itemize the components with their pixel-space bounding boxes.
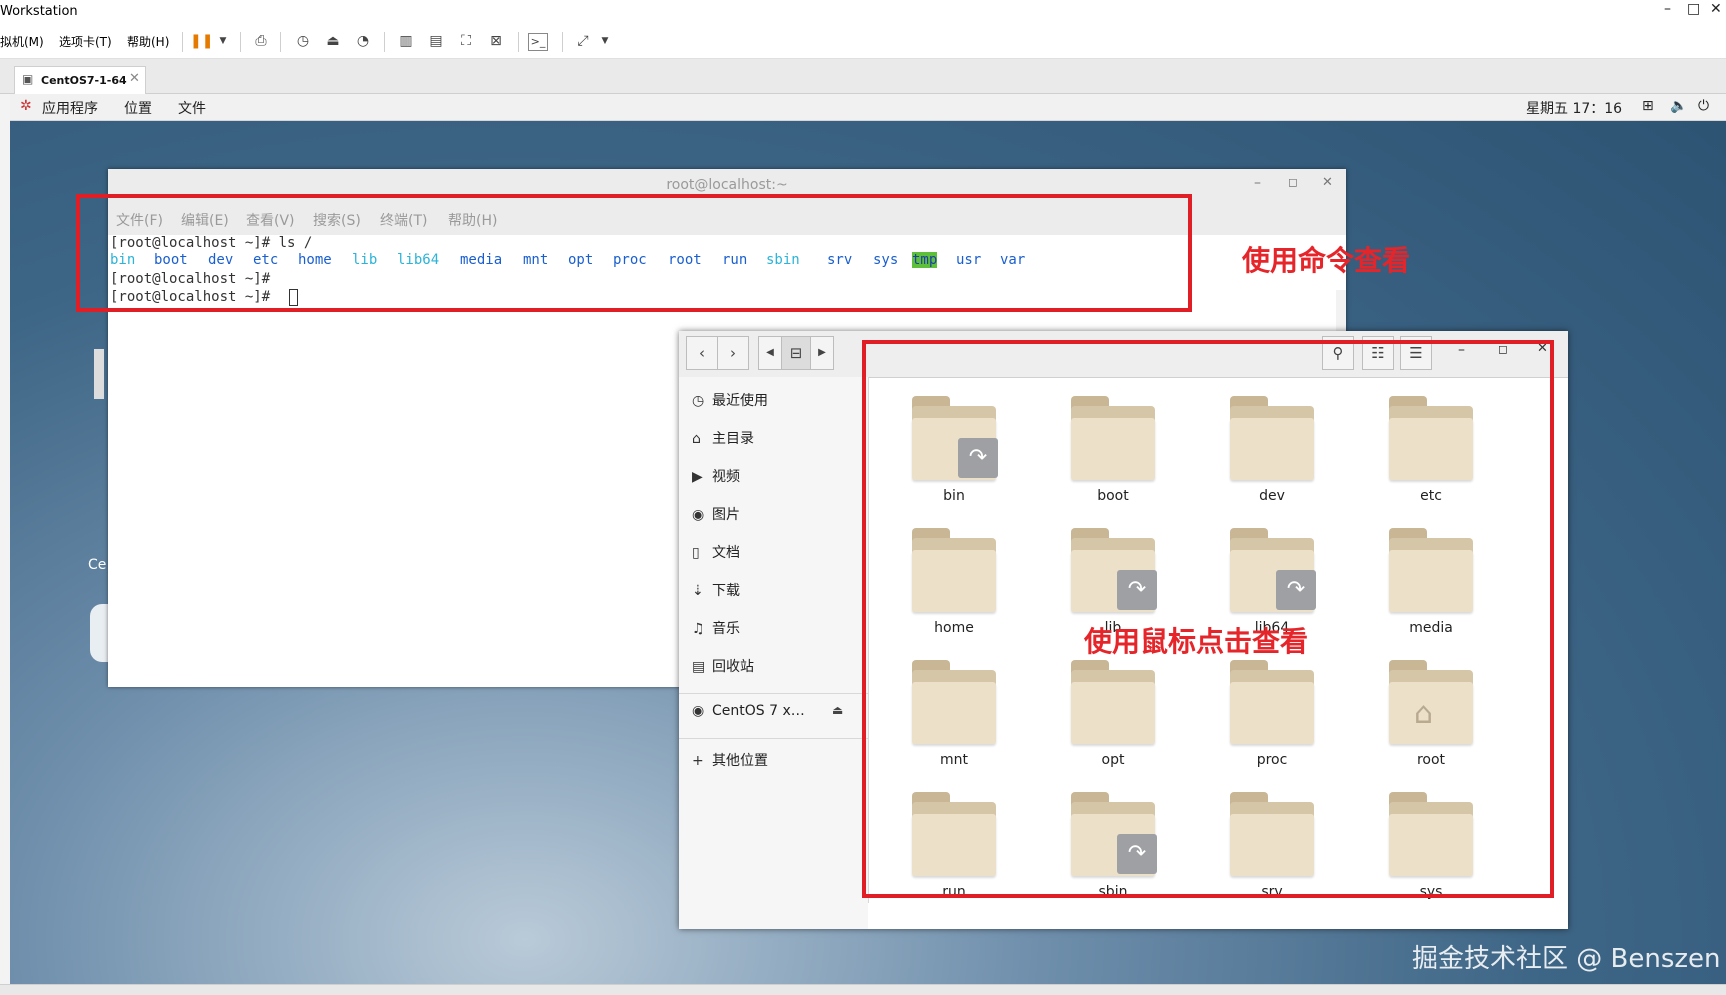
tab-label: CentOS7-1-64: [41, 74, 127, 87]
document-icon: ▯: [692, 545, 700, 561]
plus-icon: +: [692, 753, 704, 769]
file-manager-sidebar: [679, 377, 869, 929]
sidebar-item-label: 图片: [712, 507, 740, 523]
sidebar-view-icon[interactable]: ▥: [395, 31, 417, 51]
power-icon[interactable]: ⏻: [1698, 98, 1709, 114]
fullscreen-icon[interactable]: ⛶: [455, 31, 477, 51]
sidebar-item-label: 主目录: [712, 431, 754, 447]
menu-vm[interactable]: 拟机(M): [0, 33, 44, 50]
snapshot-restore-icon[interactable]: ⏏: [322, 31, 344, 51]
close-icon[interactable]: ✕: [129, 71, 140, 86]
volume-icon[interactable]: 🔈: [1670, 98, 1687, 114]
camera-icon: ◉: [692, 507, 705, 523]
annotation-box-command: [76, 194, 1192, 312]
path-right-button[interactable]: ▶: [810, 336, 834, 370]
sidebar-item-label: 下载: [712, 583, 740, 599]
video-icon: ▶: [692, 469, 703, 485]
disc-icon: ◉: [692, 703, 705, 719]
root-location-button[interactable]: ⊟: [781, 336, 811, 370]
trash-icon: ▤: [692, 659, 706, 675]
files-menu[interactable]: 文件: [178, 98, 206, 118]
sidebar-item-label: 回收站: [712, 659, 754, 675]
unity-icon[interactable]: ⊠: [485, 31, 507, 51]
network-icon[interactable]: ⊞: [1642, 98, 1654, 114]
chevron-down-icon[interactable]: ▼: [212, 31, 234, 51]
minimize-button[interactable]: –: [1664, 1, 1671, 17]
menu-tabs[interactable]: 选项卡(T): [59, 33, 112, 50]
pause-icon[interactable]: ❚❚: [190, 31, 213, 51]
sidebar-item-label: 文档: [712, 545, 740, 561]
close-button[interactable]: ✕: [1710, 1, 1722, 17]
stretch-icon[interactable]: ⤢: [572, 31, 594, 51]
sidebar-item-label: 音乐: [712, 621, 740, 637]
clock-icon: ◷: [692, 393, 705, 409]
path-left-button[interactable]: ◀: [758, 336, 782, 370]
maximize-icon[interactable]: ◻: [1288, 175, 1298, 189]
sidebar-item-device[interactable]: ◉ CentOS 7 x… ⏏: [692, 703, 843, 719]
watermark: 掘金技术社区 @ Benszen: [1412, 944, 1721, 974]
terminal-title: root@localhost:~: [666, 177, 788, 193]
sidebar-item-label: CentOS 7 x…: [712, 703, 805, 719]
sidebar-item-other-locations[interactable]: + 其他位置: [692, 750, 768, 770]
sidebar-item-clock[interactable]: ◷ 最近使用: [692, 390, 768, 410]
sidebar-item-label: 视频: [712, 469, 740, 485]
sidebar-item-label: 其他位置: [712, 753, 768, 769]
home-icon: ⌂: [692, 431, 701, 447]
terminal-view-icon[interactable]: >_: [528, 33, 548, 51]
annotation-box-mouse: [862, 340, 1554, 898]
sidebar-item-document[interactable]: ▯ 文档: [692, 542, 740, 562]
forward-button[interactable]: ›: [717, 336, 749, 370]
vmware-titlebar: Workstation – □ ✕: [0, 0, 1726, 24]
annotation-command: 使用命令查看: [1242, 244, 1411, 277]
sidebar-item-home[interactable]: ⌂ 主目录: [692, 428, 754, 448]
download-icon: ⇣: [692, 583, 704, 599]
console-view-icon[interactable]: ▤: [425, 31, 447, 51]
snapshot-icon[interactable]: ◷: [292, 31, 314, 51]
eject-icon[interactable]: ⏏: [832, 703, 843, 717]
vmware-statusbar: [0, 984, 1726, 995]
desktop-icon-label: Ce: [88, 557, 107, 573]
desktop-icon[interactable]: [94, 349, 104, 399]
maximize-button[interactable]: □: [1687, 1, 1700, 17]
places-menu[interactable]: 位置: [124, 98, 152, 118]
music-icon: ♫: [692, 621, 705, 637]
sidebar-item-music[interactable]: ♫ 音乐: [692, 618, 740, 638]
menu-help[interactable]: 帮助(H): [127, 33, 169, 50]
vmware-toolbar: 拟机(M) 选项卡(T) 帮助(H) ❚❚ ▼ ⎙ ◷ ⏏ ◔ ▥ ▤ ⛶ ⊠ …: [0, 24, 1726, 59]
sidebar-item-camera[interactable]: ◉ 图片: [692, 504, 740, 524]
vmware-title: Workstation: [0, 4, 78, 19]
minimize-icon[interactable]: –: [1254, 175, 1261, 191]
send-keys-icon[interactable]: ⎙: [250, 31, 272, 51]
chevron-down-icon[interactable]: ▼: [594, 31, 616, 51]
vmware-tabbar: [0, 59, 1726, 94]
clock[interactable]: 星期五 17：16: [1526, 98, 1622, 118]
tab-centos[interactable]: ▣ CentOS7-1-64 ✕: [14, 66, 146, 94]
back-button[interactable]: ‹: [686, 336, 718, 370]
sidebar-item-video[interactable]: ▶ 视频: [692, 466, 740, 486]
applications-menu[interactable]: 应用程序: [42, 98, 98, 118]
apps-icon: ✲: [20, 98, 32, 114]
annotation-mouse: 使用鼠标点击查看: [1084, 625, 1309, 658]
snapshot-manager-icon[interactable]: ◔: [352, 31, 374, 51]
sidebar-item-label: 最近使用: [712, 393, 768, 409]
gnome-top-bar: ✲ 应用程序 位置 文件 星期五 17：16 ⊞ 🔈 ⏻: [10, 94, 1726, 121]
sidebar-item-download[interactable]: ⇣ 下载: [692, 580, 740, 600]
close-icon[interactable]: ✕: [1322, 175, 1333, 190]
vm-icon: ▣: [22, 72, 34, 86]
sidebar-item-trash[interactable]: ▤ 回收站: [692, 656, 754, 676]
